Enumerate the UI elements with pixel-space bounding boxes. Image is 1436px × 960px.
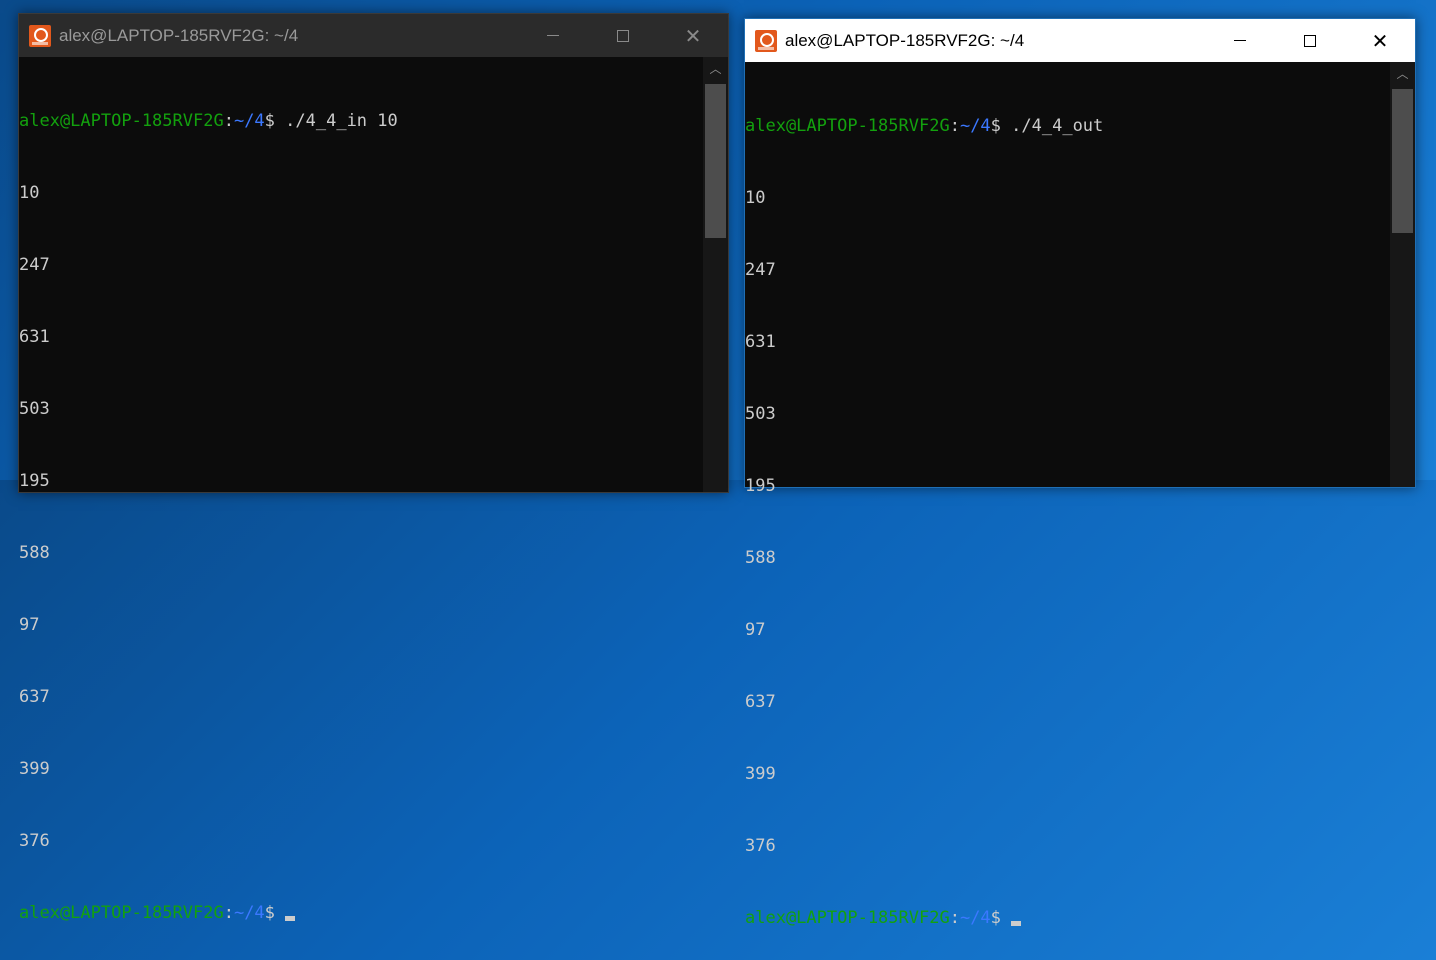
output-line: 588: [19, 543, 50, 563]
terminal-window-left[interactable]: alex@LAPTOP-185RVF2G: ~/4 ✕ alex@LAPTOP-…: [18, 13, 729, 923]
output-line: 637: [19, 687, 50, 707]
output-line: 399: [19, 759, 50, 779]
vertical-scrollbar[interactable]: ︿: [1390, 62, 1415, 487]
maximize-icon: [1304, 34, 1316, 47]
maximize-icon: [617, 29, 629, 42]
minimize-icon: [547, 35, 559, 36]
prompt-user: alex@LAPTOP-185RVF2G: [745, 116, 950, 136]
text-cursor: [285, 916, 296, 921]
prompt-user: alex@LAPTOP-185RVF2G: [19, 903, 224, 923]
window-title: alex@LAPTOP-185RVF2G: ~/4: [785, 30, 1025, 50]
output-line: 10: [745, 188, 766, 208]
output-line: 97: [19, 615, 40, 635]
command-text: ./4_4_out: [1011, 116, 1104, 136]
close-icon: ✕: [684, 23, 702, 48]
text-cursor: [1011, 921, 1022, 926]
vertical-scrollbar[interactable]: ︿: [703, 57, 728, 492]
prompt-separator: :: [949, 908, 960, 928]
output-line: 631: [745, 332, 776, 352]
prompt-symbol: $: [264, 111, 286, 131]
minimize-icon: [1234, 40, 1246, 41]
output-line: 503: [19, 399, 50, 419]
prompt-symbol: $: [990, 908, 1012, 928]
output-line: 247: [745, 260, 776, 280]
output-line: 195: [19, 471, 50, 491]
output-line: 195: [745, 476, 776, 496]
command-line: alex@LAPTOP-185RVF2G:~/4$ ./4_4_out: [745, 114, 1390, 138]
output-line: 399: [745, 764, 776, 784]
ubuntu-app-icon[interactable]: [29, 24, 51, 47]
output-line: 631: [19, 327, 50, 347]
prompt-path: ~/4: [233, 903, 265, 923]
output-line: 97: [745, 620, 766, 640]
close-icon: ✕: [1371, 28, 1389, 53]
prompt-line[interactable]: alex@LAPTOP-185RVF2G:~/4$: [19, 901, 703, 925]
title-bar[interactable]: alex@LAPTOP-185RVF2G: ~/4 ✕: [19, 14, 728, 57]
close-button[interactable]: ✕: [1345, 19, 1415, 62]
maximize-button[interactable]: [1275, 19, 1345, 62]
title-bar[interactable]: alex@LAPTOP-185RVF2G: ~/4 ✕: [745, 19, 1415, 62]
ubuntu-app-icon[interactable]: [755, 29, 777, 52]
scrollbar-thumb[interactable]: [1392, 89, 1413, 233]
output-line: 247: [19, 255, 50, 275]
output-line: 503: [745, 404, 776, 424]
maximize-button[interactable]: [588, 14, 658, 57]
prompt-line[interactable]: alex@LAPTOP-185RVF2G:~/4$: [745, 906, 1390, 930]
output-line: 376: [745, 836, 776, 856]
prompt-symbol: $: [264, 903, 286, 923]
terminal-output[interactable]: alex@LAPTOP-185RVF2G:~/4$ ./4_4_in 10 10…: [19, 57, 703, 923]
minimize-button[interactable]: [518, 14, 588, 57]
prompt-user: alex@LAPTOP-185RVF2G: [745, 908, 950, 928]
command-text: ./4_4_in 10: [285, 111, 398, 131]
window-title: alex@LAPTOP-185RVF2G: ~/4: [59, 25, 299, 45]
output-line: 376: [19, 831, 50, 851]
output-line: 637: [745, 692, 776, 712]
prompt-separator: :: [223, 903, 234, 923]
output-line: 10: [19, 183, 40, 203]
command-line: alex@LAPTOP-185RVF2G:~/4$ ./4_4_in 10: [19, 109, 703, 133]
prompt-path: ~/4: [233, 111, 265, 131]
close-button[interactable]: ✕: [658, 14, 728, 57]
prompt-user: alex@LAPTOP-185RVF2G: [19, 111, 224, 131]
prompt-symbol: $: [990, 116, 1012, 136]
chevron-up-icon[interactable]: ︿: [1390, 62, 1415, 87]
terminal-window-right[interactable]: alex@LAPTOP-185RVF2G: ~/4 ✕ alex@LAPTOP-…: [744, 18, 1416, 928]
prompt-separator: :: [949, 116, 960, 136]
prompt-path: ~/4: [959, 116, 991, 136]
chevron-up-icon[interactable]: ︿: [703, 57, 728, 82]
prompt-path: ~/4: [959, 908, 991, 928]
terminal-output[interactable]: alex@LAPTOP-185RVF2G:~/4$ ./4_4_out 10 2…: [745, 62, 1390, 928]
prompt-separator: :: [223, 111, 234, 131]
output-line: 588: [745, 548, 776, 568]
minimize-button[interactable]: [1205, 19, 1275, 62]
scrollbar-thumb[interactable]: [705, 84, 726, 238]
